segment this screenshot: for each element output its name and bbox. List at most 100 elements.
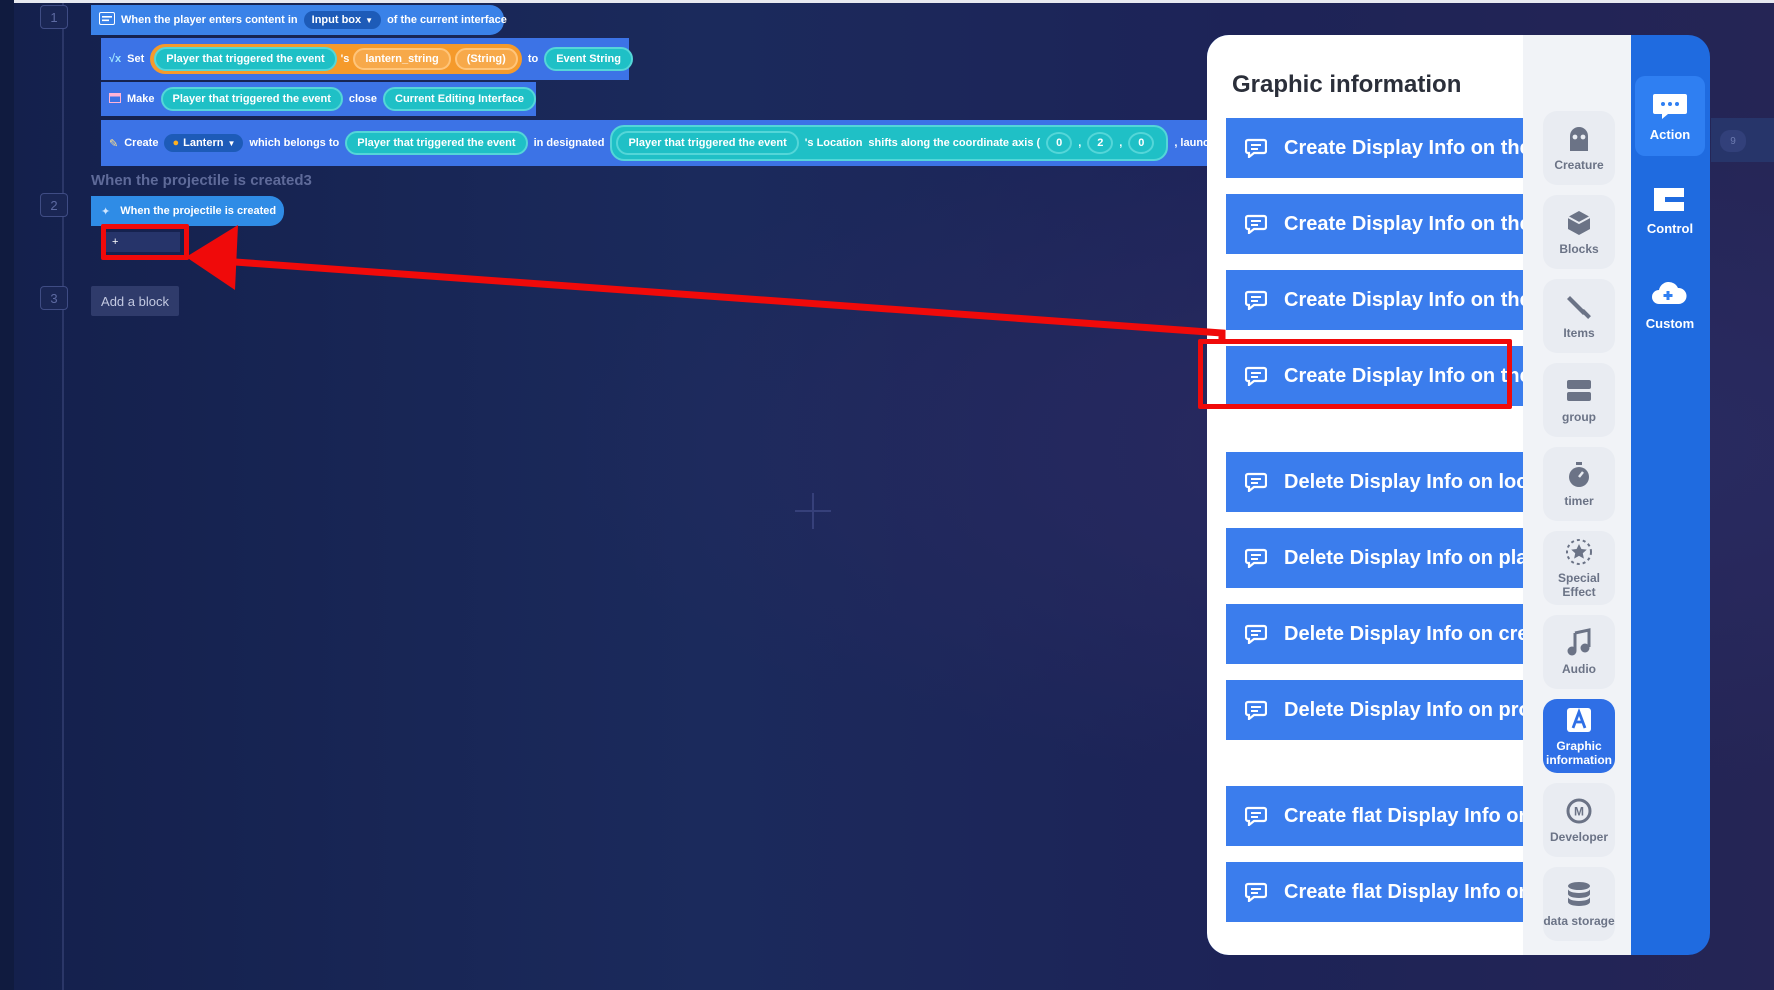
step-badge-1: 1 <box>40 5 68 29</box>
category-database[interactable]: data storage <box>1543 867 1615 941</box>
option-item[interactable]: Create flat Display Info on t <box>1226 786 1523 846</box>
category-timer[interactable]: timer <box>1543 447 1615 521</box>
category-label: data storage <box>1543 914 1615 928</box>
caret-down-icon: ▼ <box>365 15 374 25</box>
category-sword[interactable]: Items <box>1543 279 1615 353</box>
category-label: timer <box>1564 494 1594 508</box>
step-badge-2: 2 <box>40 193 68 217</box>
set-label: Set <box>127 53 145 65</box>
designated-label: in designated <box>533 137 605 149</box>
category-developer[interactable]: M Developer <box>1543 783 1615 857</box>
chat-icon <box>1244 547 1268 569</box>
set-variable-block[interactable]: √x Set Player that triggered the event '… <box>101 38 633 80</box>
chat-icon <box>1244 805 1268 827</box>
category-label: Audio <box>1562 662 1596 676</box>
category-label: Items <box>1563 326 1595 340</box>
lantern-dropdown[interactable]: ● Lantern ▼ <box>164 134 244 152</box>
option-label: Create Display Info on the C <box>1284 288 1523 311</box>
left-rail <box>0 0 14 990</box>
cube-icon <box>1564 208 1594 238</box>
option-label: Delete Display Info on locat <box>1284 470 1523 493</box>
category-music[interactable]: Audio <box>1543 615 1615 689</box>
variable-wrapper[interactable]: Player that triggered the event 's lante… <box>150 44 522 74</box>
option-item[interactable]: Create Display Info on the C <box>1226 270 1523 330</box>
guide-line <box>62 3 64 990</box>
option-item[interactable]: Delete Display Info on locat <box>1226 452 1523 512</box>
crosshair-icon <box>795 493 831 529</box>
creature-icon <box>1564 124 1594 154</box>
close-interface-block[interactable]: Make Player that triggered the event clo… <box>101 82 536 116</box>
block-palette: Graphic information Create Display Info … <box>1207 35 1631 955</box>
star-icon <box>1564 537 1594 567</box>
graphic-icon <box>1564 705 1594 735</box>
input-event-block[interactable]: When the player enters content in Input … <box>91 5 507 35</box>
option-label: Create flat Display Info on t <box>1284 880 1523 903</box>
option-label: Create flat Display Info on t <box>1284 804 1523 827</box>
make-label: Make <box>127 93 155 105</box>
event-string-pill[interactable]: Event String <box>544 47 633 71</box>
add-block-button[interactable]: Add a block <box>91 286 179 316</box>
location-expression[interactable]: Player that triggered the event 's Locat… <box>610 125 1169 161</box>
tab-custom[interactable]: Custom <box>1635 265 1705 345</box>
interface-pill[interactable]: Current Editing Interface <box>383 87 536 111</box>
action-icon <box>1651 91 1689 121</box>
variable-pill[interactable]: lantern_string <box>353 48 451 70</box>
category-label: Special Effect <box>1557 571 1601 599</box>
option-label: Delete Display Info on creat <box>1284 622 1523 645</box>
slot-highlight <box>101 224 189 260</box>
belongs-label: which belongs to <box>249 137 340 149</box>
event-prefix-text: When the player enters content in <box>121 14 298 26</box>
player-pill[interactable]: Player that triggered the event <box>154 47 337 71</box>
possessive-text: 's <box>340 53 350 65</box>
option-label: Create Display Info on the l <box>1284 136 1523 159</box>
chat-icon <box>1244 289 1268 311</box>
category-group[interactable]: group <box>1543 363 1615 437</box>
category-star[interactable]: Special Effect <box>1543 531 1615 605</box>
option-item[interactable]: Delete Display Info on playe <box>1226 528 1523 588</box>
lantern-icon: ● <box>172 137 180 149</box>
group-icon <box>1564 376 1594 406</box>
chat-icon <box>1244 213 1268 235</box>
projectile-event-block[interactable]: ✦ When the projectile is created <box>91 196 284 226</box>
option-item[interactable]: Delete Display Info on proje <box>1226 680 1523 740</box>
screen-icon <box>99 12 115 28</box>
section-title: When the projectile is created3 <box>91 172 312 189</box>
category-label: Creature <box>1554 158 1604 172</box>
player-pill[interactable]: Player that triggered the event <box>160 87 343 111</box>
window-icon <box>109 92 121 106</box>
tab-action[interactable]: Action <box>1635 76 1705 156</box>
coord-y[interactable]: 2 <box>1087 132 1114 154</box>
input-box-dropdown[interactable]: Input box ▼ <box>303 11 382 29</box>
player-pill[interactable]: Player that triggered the event <box>345 131 528 155</box>
category-cube[interactable]: Blocks <box>1543 195 1615 269</box>
developer-icon: M <box>1564 796 1594 826</box>
option-item[interactable]: Delete Display Info on creat <box>1226 604 1523 664</box>
option-label: Create Display Info on the p <box>1284 212 1523 235</box>
option-item[interactable]: Create Display Info on the l <box>1226 118 1523 178</box>
category-creature[interactable]: Creature <box>1543 111 1615 185</box>
option-item[interactable]: Create flat Display Info on t <box>1226 862 1523 922</box>
projectile-icon: ✦ <box>101 205 111 218</box>
category-graphic[interactable]: Graphic information <box>1543 699 1615 773</box>
projectile-event-text: When the projectile is created <box>120 205 277 217</box>
option-label: Delete Display Info on playe <box>1284 546 1523 569</box>
shift-label: shifts along the coordinate axis ( <box>868 137 1041 149</box>
svg-text:M: M <box>1574 805 1584 819</box>
wand-icon: ✎ <box>109 137 119 150</box>
category-label: group <box>1562 410 1596 424</box>
coord-z[interactable]: 0 <box>1128 132 1155 154</box>
coord-x[interactable]: 0 <box>1046 132 1073 154</box>
top-strip <box>0 0 1774 3</box>
option-item[interactable]: Create Display Info on the p <box>1226 194 1523 254</box>
chat-icon <box>1244 471 1268 493</box>
create-item-block[interactable]: ✎ Create ● Lantern ▼ which belongs to Play… <box>101 120 1210 166</box>
player-pill[interactable]: Player that triggered the event <box>616 131 799 155</box>
type-pill[interactable]: (String) <box>454 48 518 70</box>
chat-icon <box>1244 881 1268 903</box>
control-icon <box>1651 185 1689 215</box>
music-icon <box>1564 628 1594 658</box>
overflow-value[interactable]: 9 <box>1720 130 1746 152</box>
tab-control[interactable]: Control <box>1635 170 1705 250</box>
launch-label: , launc <box>1174 137 1210 149</box>
chat-icon <box>1244 699 1268 721</box>
